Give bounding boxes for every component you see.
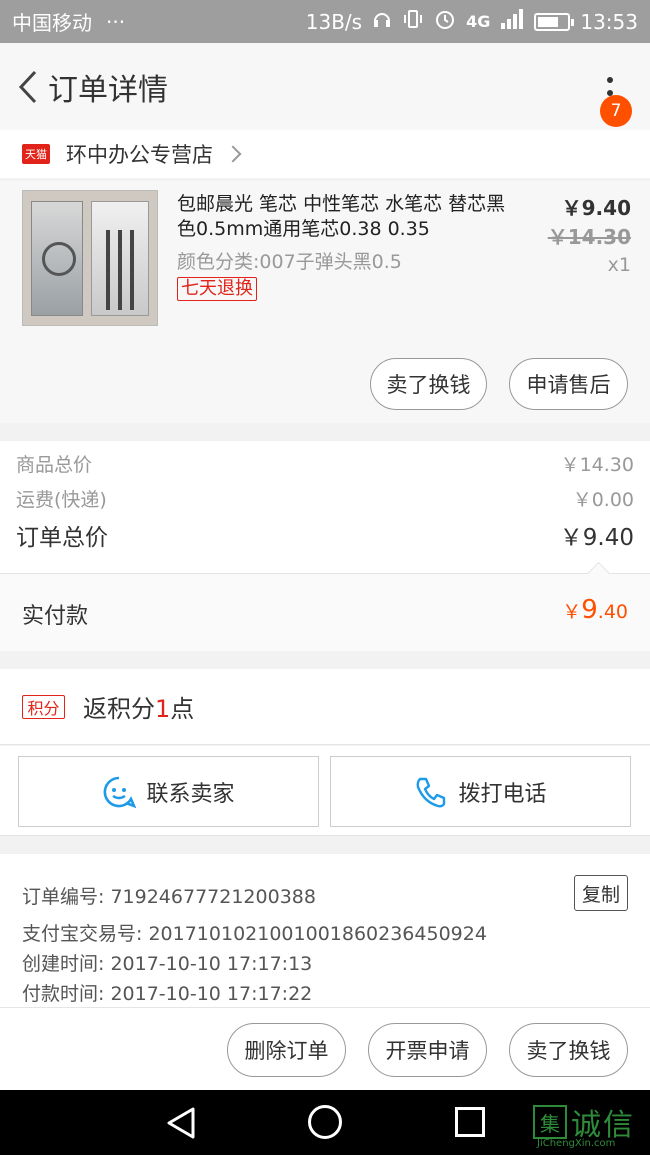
clock: 13:53 — [580, 9, 638, 34]
quantity: x1 — [607, 254, 631, 276]
points-text: 返积分1点 — [83, 695, 195, 723]
points-icon: 积分 — [22, 694, 65, 719]
paid-amount-row: 实付款 ￥9.40 — [0, 573, 650, 651]
tmall-icon: 天猫 — [22, 144, 50, 164]
points-row: 积分 返积分1点 — [0, 669, 650, 745]
price-current: ￥9.40 — [561, 196, 631, 220]
shipping-value: ￥0.00 — [572, 489, 634, 511]
paid-time: 2017-10-10 17:17:22 — [110, 983, 313, 1005]
copy-button[interactable]: 复制 — [574, 875, 628, 911]
chevron-right-icon — [224, 145, 242, 163]
back-arrow-icon[interactable] — [8, 57, 48, 117]
call-phone-button[interactable]: 拨打电话 — [330, 756, 631, 827]
nav-back-icon[interactable] — [165, 1106, 197, 1144]
after-sale-button[interactable]: 申请售后 — [509, 358, 628, 410]
product-sku: 颜色分类:007子弹头黑0.5 — [177, 251, 402, 273]
price-summary: 商品总价 ￥14.30 运费(快递) ￥0.00 订单总价 ￥9.40 — [0, 441, 650, 573]
shop-row[interactable]: 天猫 环中办公专营店 — [0, 130, 650, 178]
status-dots: ··· — [106, 9, 126, 34]
bottom-action-bar: 删除订单 开票申请 卖了换钱 — [0, 1007, 650, 1090]
alipay-number: 2017101021001001860236450924 — [148, 923, 487, 945]
order-number: 71924677721200388 — [110, 886, 316, 908]
nav-recent-apps-icon[interactable] — [455, 1107, 485, 1137]
call-phone-label: 拨打电话 — [458, 781, 547, 807]
shop-name: 环中办公专营店 — [66, 143, 213, 167]
product-title: 包邮晨光 笔芯 中性笔芯 水笔芯 替芯黑色0.5mm通用笔芯0.38 0.35 — [177, 193, 506, 240]
delete-order-button[interactable]: 删除订单 — [227, 1023, 346, 1077]
watermark-logo: 集 — [533, 1105, 567, 1139]
goods-total-row: 商品总价 ￥14.30 — [16, 450, 634, 477]
battery-icon — [534, 12, 575, 31]
alarm-icon — [434, 8, 456, 35]
product-thumbnail[interactable] — [22, 190, 158, 326]
chat-icon — [102, 775, 137, 809]
carrier-name: 中国移动 — [12, 11, 92, 35]
network-speed: 13B/s — [305, 9, 363, 34]
sell-button[interactable]: 卖了换钱 — [370, 358, 487, 410]
order-total-label: 订单总价 — [16, 525, 108, 551]
shipping-label: 运费(快递) — [16, 489, 107, 511]
shipping-row: 运费(快递) ￥0.00 — [16, 485, 634, 512]
order-item[interactable]: 包邮晨光 笔芯 中性笔芯 水笔芯 替芯黑色0.5mm通用笔芯0.38 0.35 … — [0, 181, 650, 423]
order-total-value: ￥9.40 — [559, 525, 634, 551]
created-time-row: 创建时间: 2017-10-10 17:17:13 — [22, 953, 313, 975]
vibrate-icon — [402, 8, 424, 35]
order-total-row: 订单总价 ￥9.40 — [16, 518, 634, 552]
paid-label: 实付款 — [22, 604, 89, 629]
points-count: 1 — [155, 695, 171, 723]
system-nav-bar: 集 诚信 JiChengXin.com — [0, 1090, 650, 1155]
sell-item-button[interactable]: 卖了换钱 — [509, 1023, 628, 1077]
nav-home-icon[interactable] — [308, 1105, 342, 1139]
paid-amount: ￥9.40 — [562, 595, 628, 625]
signal-icon — [500, 9, 524, 34]
headphone-icon — [372, 9, 392, 34]
page-title: 订单详情 — [48, 72, 168, 108]
watermark-subtext: JiChengXin.com — [537, 1138, 616, 1149]
order-info: 订单编号: 71924677721200388 支付宝交易号: 20171010… — [0, 854, 650, 1007]
contact-seller-button[interactable]: 联系卖家 — [18, 756, 319, 827]
network-type: 4G — [466, 12, 491, 31]
goods-total-value: ￥14.30 — [560, 454, 634, 476]
contact-seller-label: 联系卖家 — [146, 781, 235, 807]
alipay-number-row: 支付宝交易号: 2017101021001001860236450924 — [22, 923, 487, 945]
created-time: 2017-10-10 17:17:13 — [110, 953, 313, 975]
phone-icon — [414, 775, 448, 809]
page-header: 订单详情 7 — [0, 43, 650, 130]
goods-total-label: 商品总价 — [16, 454, 93, 476]
paid-time-row: 付款时间: 2017-10-10 17:17:22 — [22, 983, 313, 1005]
price-original: ￥14.30 — [547, 225, 631, 249]
contact-bar: 联系卖家 拨打电话 — [0, 746, 650, 836]
status-bar: 中国移动 ··· 13B/s 4G 13:53 — [0, 0, 650, 43]
seven-day-return-badge: 七天退换 — [177, 277, 257, 301]
notification-badge: 7 — [600, 95, 632, 127]
order-number-row: 订单编号: 71924677721200388 — [22, 886, 316, 908]
invoice-request-button[interactable]: 开票申请 — [368, 1023, 487, 1077]
